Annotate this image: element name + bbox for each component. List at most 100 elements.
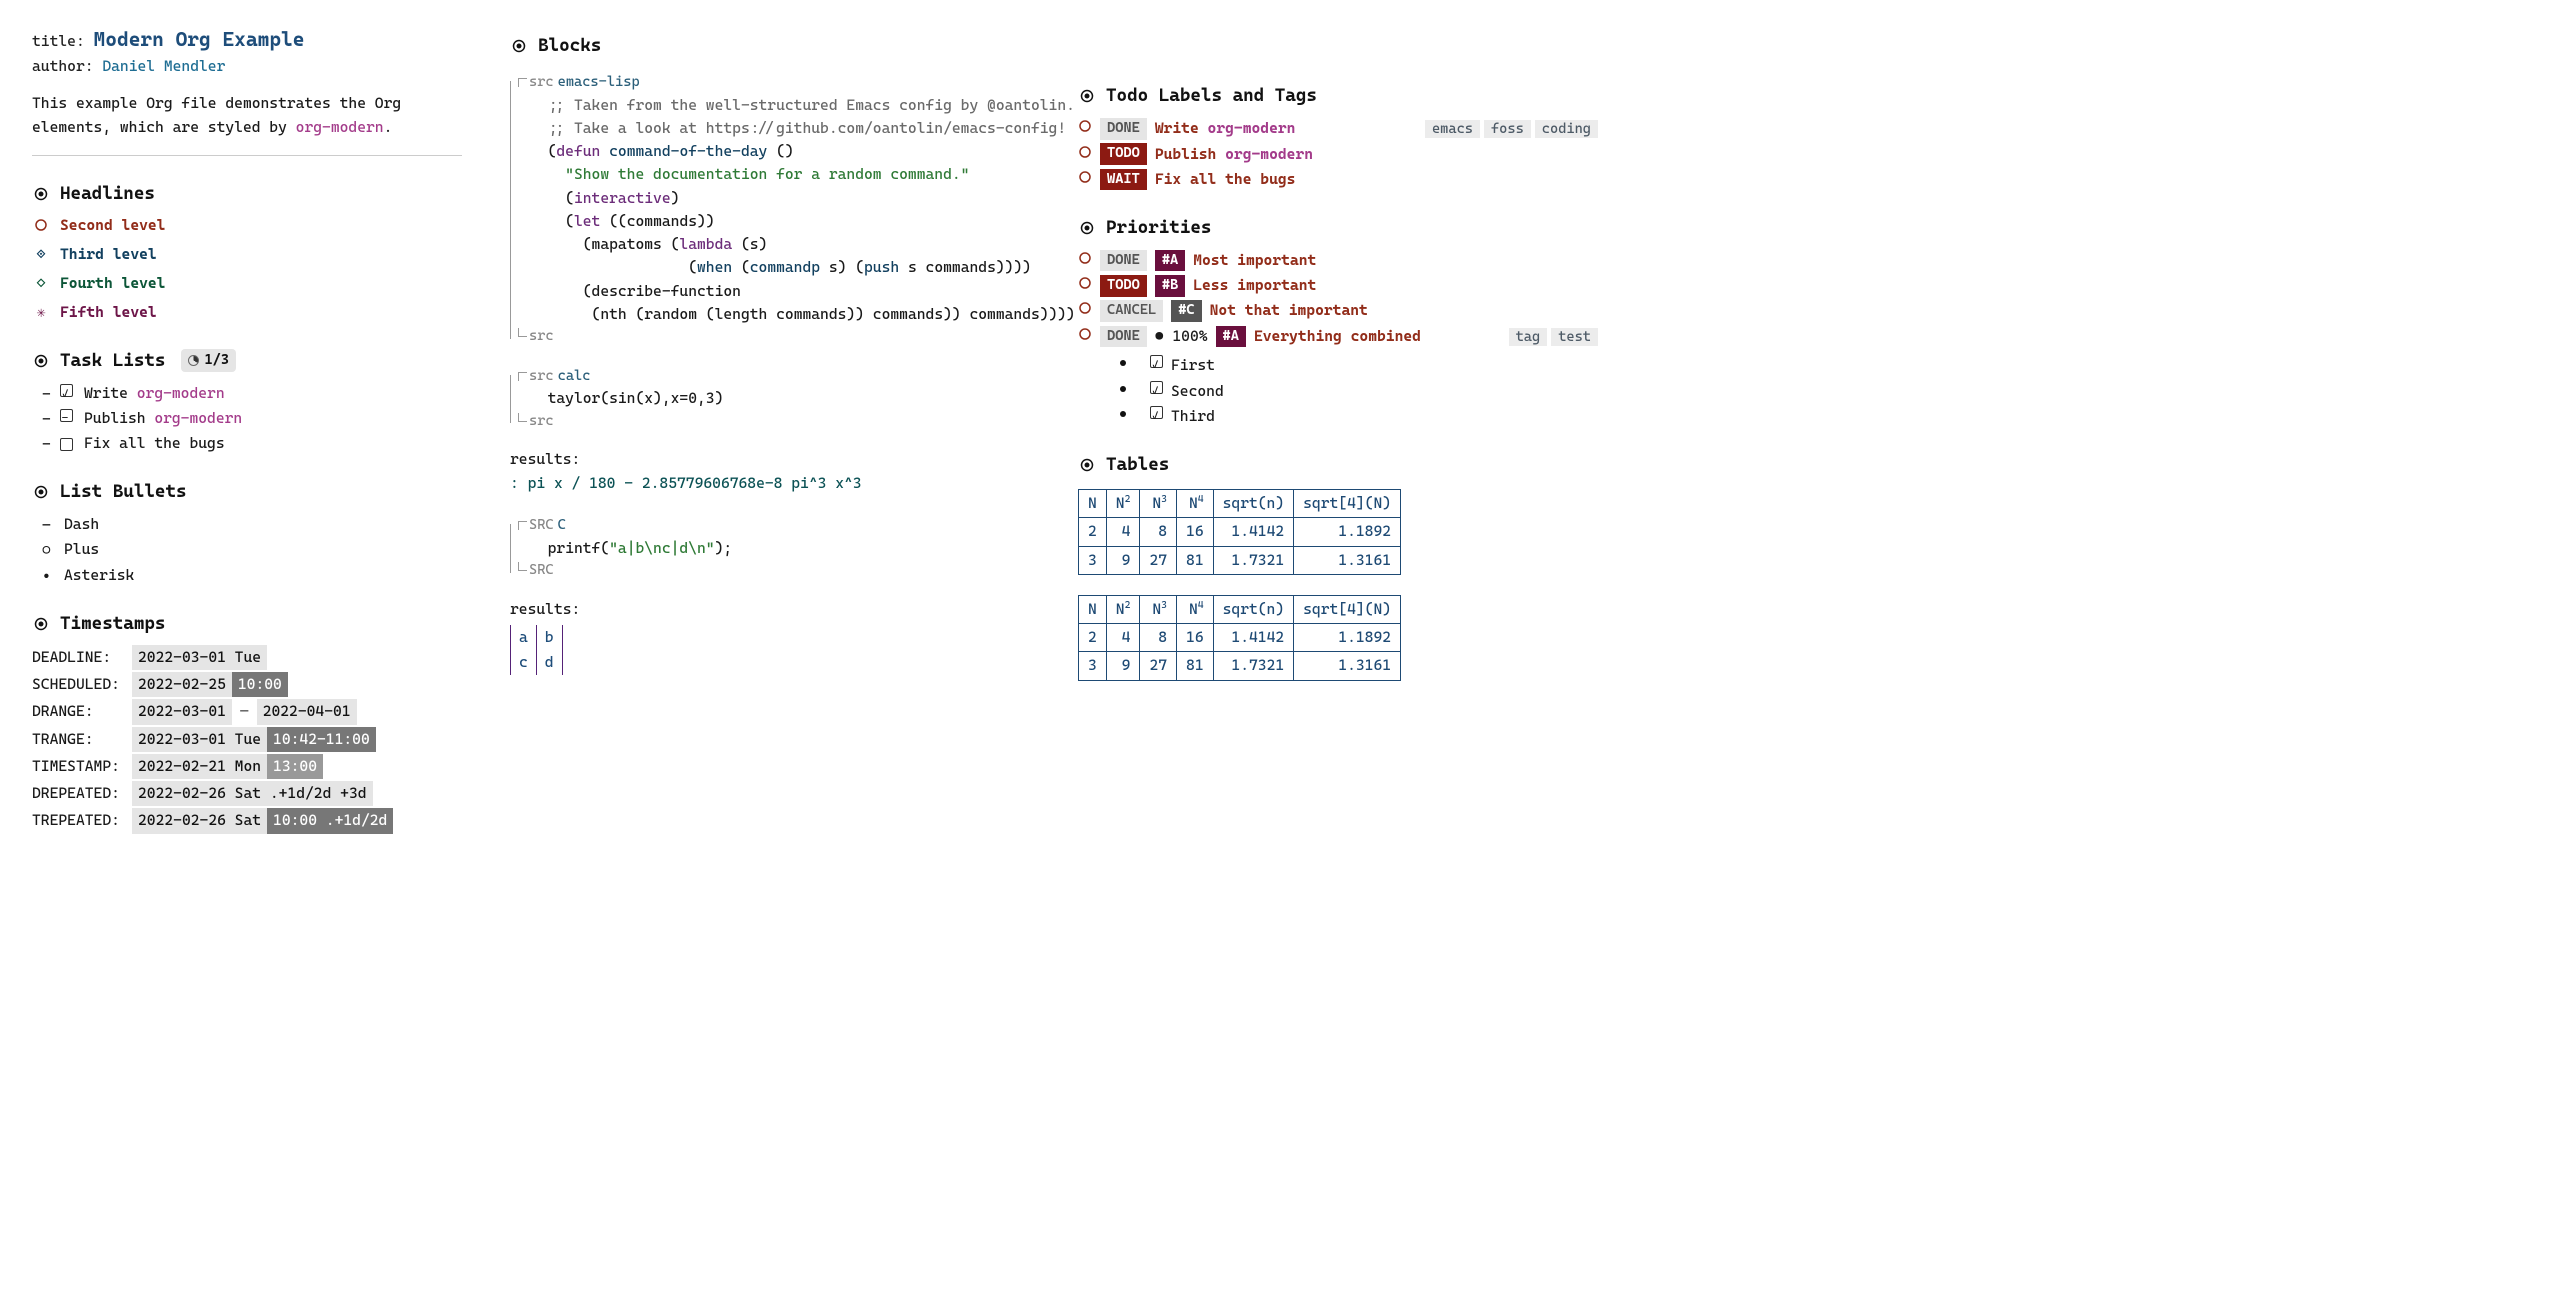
checkbox-checked-icon[interactable] — [1150, 406, 1163, 419]
todo-state-badge[interactable]: CANCEL — [1100, 300, 1163, 322]
todo-item[interactable]: DONEWrite org-modernemacsfosscoding — [1078, 116, 1598, 142]
date-badge: 2022-02-26 Sat .+1d/2d +3d — [132, 781, 373, 806]
date-badge: 2022-03-01 Tue — [132, 727, 267, 752]
todo-item[interactable]: WAITFix all the bugs — [1078, 167, 1598, 192]
table-header-row: NN2N3N4sqrt(n)sqrt[4](N) — [1079, 595, 1401, 623]
priority-item[interactable]: DONE● 100%#AEverything combinedtagtest — [1078, 324, 1598, 350]
bullet-level1-icon — [1078, 89, 1096, 103]
priority-badge[interactable]: #C — [1171, 300, 1201, 322]
doc-author: Daniel Mendler — [102, 57, 225, 75]
bullet-level1-icon — [1078, 458, 1096, 472]
src-block-elisp[interactable]: srcemacs-lisp ;; Taken from the well-str… — [510, 70, 1030, 350]
bullet-level1-icon — [32, 187, 50, 201]
check-item[interactable]: Second — [1118, 379, 1598, 404]
heading-bullets[interactable]: List Bullets — [32, 478, 462, 506]
task-item[interactable]: -Publish org-modern — [32, 406, 462, 431]
heading-tasks[interactable]: Task Lists 1/3 — [32, 347, 462, 375]
time-badge: 13:00 — [267, 754, 323, 779]
code-body[interactable]: ;; Taken from the well-structured Emacs … — [530, 94, 1030, 327]
checkbox-checked-icon[interactable] — [1150, 355, 1163, 368]
priority-badge[interactable]: #A — [1216, 326, 1246, 348]
date-badge: 2022-02-26 Sat — [132, 808, 267, 833]
checkbox-checked-icon[interactable] — [60, 384, 73, 397]
priority-item[interactable]: TODO#BLess important — [1078, 273, 1598, 298]
todo-state-badge[interactable]: TODO — [1100, 143, 1147, 165]
timestamp-row: TRANGE:2022-03-01 Tue10:42-11:00 — [32, 726, 462, 753]
src-block-calc[interactable]: srccalc taylor(sin(x),x=0,3) src — [510, 364, 1030, 435]
checklist: First Second Third — [1118, 353, 1598, 429]
divider — [32, 155, 462, 156]
doc-title: Modern Org Example — [94, 27, 305, 51]
timestamp-row: DEADLINE:2022-03-01 Tue — [32, 644, 462, 671]
heading-level5[interactable]: ✳ Fifth level — [32, 301, 462, 324]
timestamp-row: DREPEATED:2022-02-26 Sat .+1d/2d +3d — [32, 780, 462, 807]
author-keyword: author: — [32, 57, 94, 75]
priority-badge[interactable]: #B — [1155, 275, 1185, 297]
todo-state-badge[interactable]: DONE — [1100, 326, 1147, 348]
todo-state-badge[interactable]: DONE — [1100, 118, 1147, 140]
priority-item[interactable]: DONE#AMost important — [1078, 248, 1598, 273]
disc-icon: • — [42, 565, 51, 588]
bullet-level3-icon: ◈ — [32, 243, 50, 266]
date-badge: 2022-02-25 — [132, 672, 232, 697]
check-item[interactable]: Third — [1118, 404, 1598, 429]
heading-level4[interactable]: ◇ Fourth level — [32, 272, 462, 295]
priority-badge[interactable]: #A — [1155, 250, 1185, 272]
todo-state-badge[interactable]: WAIT — [1100, 169, 1147, 191]
src-end-tag: SRC — [518, 560, 1018, 582]
heading-tables[interactable]: Tables — [1078, 451, 1598, 479]
todo-state-badge[interactable]: DONE — [1100, 250, 1147, 272]
timestamp-row: DRANGE:2022-03-01—2022-04-01 — [32, 698, 462, 725]
results-line: : pi x / 180 - 2.85779606768e-8 pi^3 x^3 — [510, 472, 1030, 495]
tag-badge[interactable]: test — [1551, 328, 1598, 346]
task-list: -Write org-modern -Publish org-modern -F… — [32, 381, 462, 457]
tag-badge[interactable]: coding — [1535, 120, 1598, 138]
heading-blocks[interactable]: Blocks — [510, 32, 1030, 60]
time-badge: 10:42-11:00 — [267, 727, 376, 752]
list-item: –Dash — [32, 512, 462, 537]
disc-icon — [1120, 386, 1126, 392]
src-block-c[interactable]: SRCC printf("a|b\nc|d\n"); SRC — [510, 513, 1030, 584]
checkbox-checked-icon[interactable] — [1150, 381, 1163, 394]
src-end-tag: src — [518, 411, 1018, 433]
timestamp-list: DEADLINE:2022-03-01 Tue SCHEDULED:2022-0… — [32, 644, 462, 835]
list-item: ○Plus — [32, 537, 462, 562]
intro-paragraph: This example Org file demonstrates the O… — [32, 92, 452, 139]
dash-icon: – — [42, 514, 51, 537]
todo-state-badge[interactable]: TODO — [1100, 275, 1147, 297]
bullet-level4-icon: ◇ — [32, 272, 50, 295]
left-column: title: Modern Org Example author: Daniel… — [32, 24, 462, 835]
code-body[interactable]: taylor(sin(x),x=0,3) — [530, 387, 1030, 410]
heading-timestamps[interactable]: Timestamps — [32, 610, 462, 638]
bullet-level5-icon: ✳ — [32, 301, 50, 324]
bullet-level2-icon — [1078, 117, 1092, 140]
bullet-level2-icon — [32, 218, 50, 232]
priority-item[interactable]: CANCEL#CNot that important — [1078, 298, 1598, 323]
timestamp-row: TIMESTAMP:2022-02-21 Mon13:00 — [32, 753, 462, 780]
task-item[interactable]: -Fix all the bugs — [32, 431, 462, 456]
bullet-level2-icon — [1078, 143, 1092, 166]
list-item: •Asterisk — [32, 563, 462, 588]
table-row: 3927811.73211.3161 — [1079, 652, 1401, 680]
tag-badge[interactable]: emacs — [1425, 120, 1480, 138]
results-table: ab cd — [510, 625, 563, 676]
checkbox-empty-icon[interactable] — [60, 438, 73, 451]
task-item[interactable]: -Write org-modern — [32, 381, 462, 406]
heading-priorities[interactable]: Priorities — [1078, 214, 1598, 242]
heading-level2[interactable]: Second level — [32, 214, 462, 237]
heading-headlines[interactable]: Headlines — [32, 180, 462, 208]
bullet-list: –Dash ○Plus •Asterisk — [32, 512, 462, 588]
heading-level3[interactable]: ◈ Third level — [32, 243, 462, 266]
circle-icon: ○ — [42, 539, 51, 562]
heading-todos[interactable]: Todo Labels and Tags — [1078, 82, 1598, 110]
tag-badge[interactable]: tag — [1509, 328, 1548, 346]
results-label: results: — [510, 598, 1030, 621]
pkg-link: org-modern — [296, 118, 384, 136]
checkbox-partial-icon[interactable] — [60, 409, 73, 422]
table-header-row: NN2N3N4sqrt(n)sqrt[4](N) — [1079, 490, 1401, 518]
todo-item[interactable]: TODOPublish org-modern — [1078, 142, 1598, 167]
code-body[interactable]: printf("a|b\nc|d\n"); — [530, 537, 1030, 560]
tag-badge[interactable]: foss — [1484, 120, 1531, 138]
check-item[interactable]: First — [1118, 353, 1598, 378]
src-end-tag: src — [518, 326, 1018, 348]
